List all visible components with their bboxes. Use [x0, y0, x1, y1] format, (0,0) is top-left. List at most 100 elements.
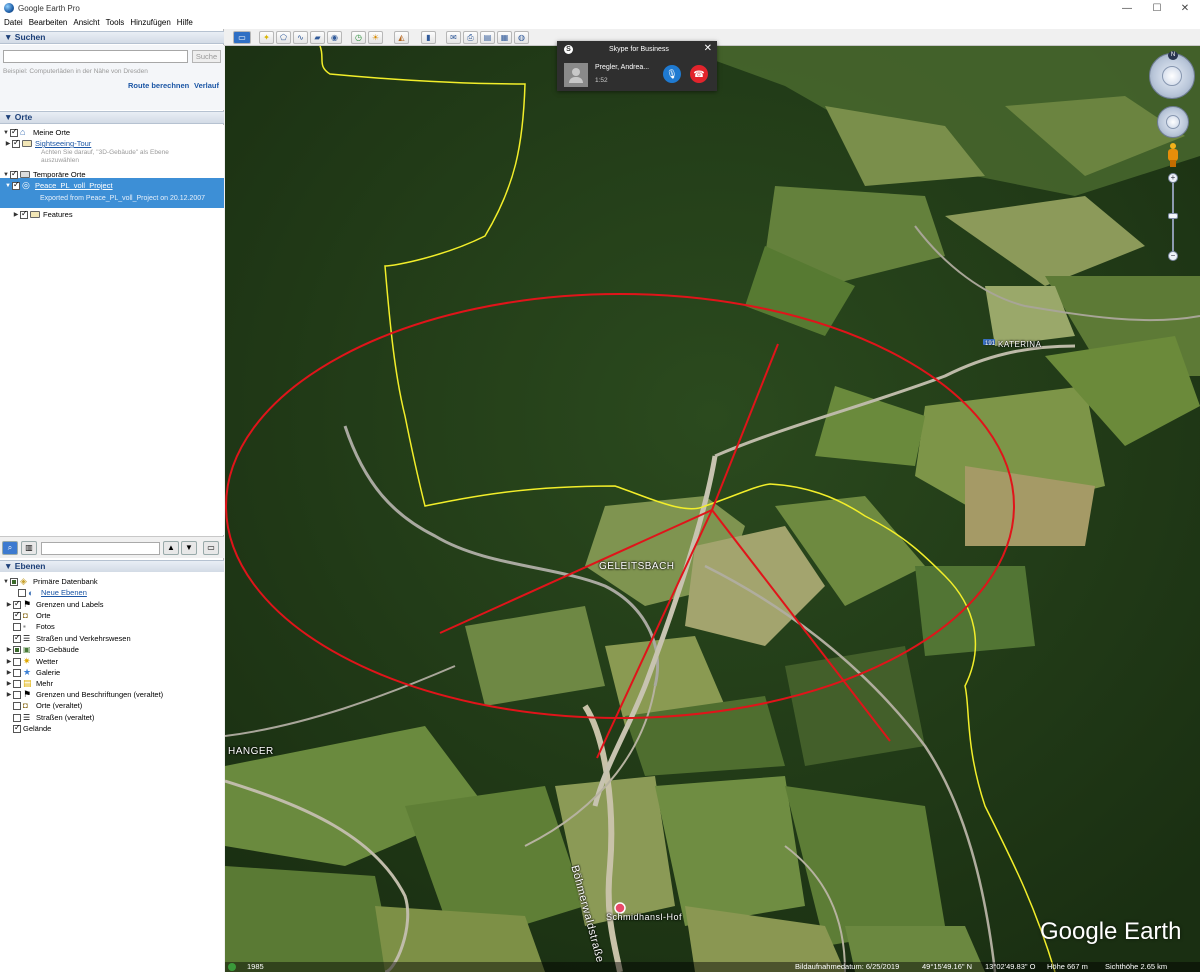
layer-row[interactable]: ▼ ◈ Primäre Datenbank — [2, 576, 98, 587]
layer-row[interactable]: ▶ ⚑ Grenzen und Labels — [5, 599, 104, 610]
expand-arrow-icon[interactable]: ▶ — [5, 680, 13, 687]
layer-row[interactable]: ◐ Neue Ebenen — [10, 587, 87, 598]
pegman-icon[interactable] — [1168, 143, 1178, 167]
collapse-arrow-icon[interactable]: ▼ — [2, 172, 10, 178]
map-icon[interactable]: ▦ — [497, 31, 512, 44]
map-view[interactable]: GELEITSBACH HANGER KATERINA 191 Böhmerwa… — [225, 46, 1200, 972]
layer-row[interactable]: ▶ ★ Galerie — [5, 667, 61, 678]
places-section-header[interactable]: ▼ Orte — [0, 111, 224, 124]
print-icon[interactable]: ⎙ — [463, 31, 478, 44]
earth-icon[interactable]: ◍ — [514, 31, 529, 44]
ruler-icon[interactable]: ▮ — [421, 31, 436, 44]
tree-item-project[interactable]: ▼ ◎ Peace_PL_voll_Project — [4, 180, 113, 191]
expand-arrow-icon[interactable]: ▶ — [5, 601, 13, 608]
expand-arrow-icon[interactable]: ▶ — [12, 211, 20, 218]
checkbox[interactable] — [20, 209, 28, 219]
email-icon[interactable]: ✉ — [446, 31, 461, 44]
skype-call-popup[interactable]: S Skype for Business ✕ Pregler, Andrea..… — [557, 41, 717, 91]
save-image-icon[interactable]: ▤ — [480, 31, 495, 44]
sunlight-icon[interactable]: ☀ — [368, 31, 383, 44]
expand-arrow-icon[interactable]: ▶ — [5, 646, 13, 653]
panel-icon[interactable]: ▥ — [21, 541, 37, 555]
layer-row[interactable]: ☰ Straßen (veraltet) — [13, 712, 94, 723]
checkbox[interactable] — [18, 588, 26, 597]
sidebar-toggle-icon[interactable]: ▭ — [233, 31, 251, 44]
menu-view[interactable]: Ansicht — [73, 18, 99, 27]
checkbox[interactable] — [13, 645, 21, 654]
look-joystick-icon[interactable]: N — [1149, 51, 1195, 99]
menu-edit[interactable]: Bearbeiten — [29, 18, 68, 27]
layer-row[interactable]: ☰ Straßen und Verkehrswesen — [5, 633, 131, 644]
checkbox[interactable] — [13, 690, 21, 699]
layer-row[interactable]: ▶ ✷ Wetter — [5, 656, 58, 667]
planets-icon[interactable]: ◭ — [394, 31, 409, 44]
checkbox[interactable] — [10, 127, 18, 137]
tree-item-temp-places[interactable]: ▼ Temporäre Orte — [2, 169, 86, 180]
compass-icon[interactable]: N — [1168, 51, 1178, 60]
maximize-button[interactable]: ☐ — [1142, 0, 1172, 16]
layer-label[interactable]: Neue Ebenen — [41, 588, 87, 597]
checkbox[interactable] — [13, 701, 21, 710]
menu-add[interactable]: Hinzufügen — [130, 18, 170, 27]
layer-row[interactable]: ◘ Orte — [5, 610, 51, 621]
expand-arrow-icon[interactable]: ▶ — [4, 140, 12, 147]
zoom-in-button[interactable]: + — [1168, 173, 1178, 183]
add-polygon-icon[interactable]: ⬠ — [276, 31, 291, 44]
zoom-slider-icon[interactable]: + − — [1167, 173, 1179, 263]
layer-row[interactable]: ▶ ▤ Mehr — [5, 678, 53, 689]
menu-tools[interactable]: Tools — [106, 18, 125, 27]
expand-arrow-icon[interactable]: ▶ — [5, 691, 13, 698]
mic-icon[interactable]: 🎙 — [663, 65, 681, 83]
zoom-slider-handle[interactable] — [1168, 213, 1178, 219]
collapse-arrow-icon[interactable]: ▼ — [4, 183, 12, 189]
expand-arrow-icon[interactable]: ▶ — [5, 669, 13, 676]
collapse-arrow-icon[interactable]: ▼ — [2, 579, 10, 585]
collapse-arrow-icon[interactable]: ▼ — [2, 130, 10, 136]
checkbox[interactable] — [12, 138, 20, 148]
history-images-icon[interactable]: ◷ — [351, 31, 366, 44]
checkbox[interactable] — [13, 668, 21, 677]
search-button[interactable]: Suche — [192, 50, 221, 63]
expand-arrow-icon[interactable]: ▶ — [5, 658, 13, 665]
add-path-icon[interactable]: ∿ — [293, 31, 308, 44]
checkbox[interactable] — [13, 622, 21, 631]
history-clock-icon[interactable] — [228, 963, 236, 971]
menu-help[interactable]: Hilfe — [177, 18, 193, 27]
checkbox[interactable] — [12, 180, 20, 190]
layer-row[interactable]: ▪ Fotos — [5, 621, 55, 632]
record-tour-icon[interactable]: ◉ — [327, 31, 342, 44]
close-icon[interactable]: ✕ — [704, 43, 712, 54]
checkbox[interactable] — [13, 679, 21, 688]
tree-item-my-places[interactable]: ▼ ⌂ Meine Orte — [2, 127, 70, 138]
zoom-out-button[interactable]: − — [1168, 251, 1178, 261]
menu-file[interactable]: Datei — [4, 18, 23, 27]
close-button[interactable]: ✕ — [1170, 0, 1200, 16]
layer-row[interactable]: ▶ ▣ 3D-Gebäude — [5, 644, 79, 655]
checkbox[interactable] — [13, 599, 21, 609]
tree-label[interactable]: Peace_PL_voll_Project — [35, 181, 113, 190]
checkbox[interactable] — [13, 657, 21, 666]
move-up-icon[interactable]: ▲ — [163, 541, 179, 555]
history-link[interactable]: Verlauf — [194, 81, 219, 90]
satellite-imagery[interactable] — [225, 46, 1200, 972]
move-down-icon[interactable]: ▼ — [181, 541, 197, 555]
checkbox[interactable] — [10, 169, 18, 179]
tree-item-features[interactable]: ▶ Features — [12, 209, 73, 220]
folder-icon[interactable]: ▭ — [203, 541, 219, 555]
checkbox[interactable] — [13, 723, 21, 733]
search-section-header[interactable]: ▼ Suchen — [0, 31, 224, 44]
layer-row[interactable]: ◘ Orte (veraltet) — [13, 700, 82, 711]
checkbox[interactable] — [10, 577, 18, 586]
add-overlay-icon[interactable]: ▰ — [310, 31, 325, 44]
checkbox[interactable] — [13, 610, 21, 620]
checkbox[interactable] — [13, 713, 21, 722]
minimize-button[interactable]: — — [1112, 0, 1142, 16]
layer-row[interactable]: Gelände — [13, 723, 51, 734]
search-icon[interactable]: ⌕ — [2, 541, 18, 555]
move-joystick-icon[interactable] — [1157, 106, 1189, 138]
add-placemark-icon[interactable]: ✦ — [259, 31, 274, 44]
search-input[interactable] — [3, 50, 188, 63]
layer-row[interactable]: ▶ ⚑ Grenzen und Beschriftungen (veraltet… — [5, 689, 163, 700]
checkbox[interactable] — [13, 633, 21, 643]
route-link[interactable]: Route berechnen — [128, 81, 189, 90]
